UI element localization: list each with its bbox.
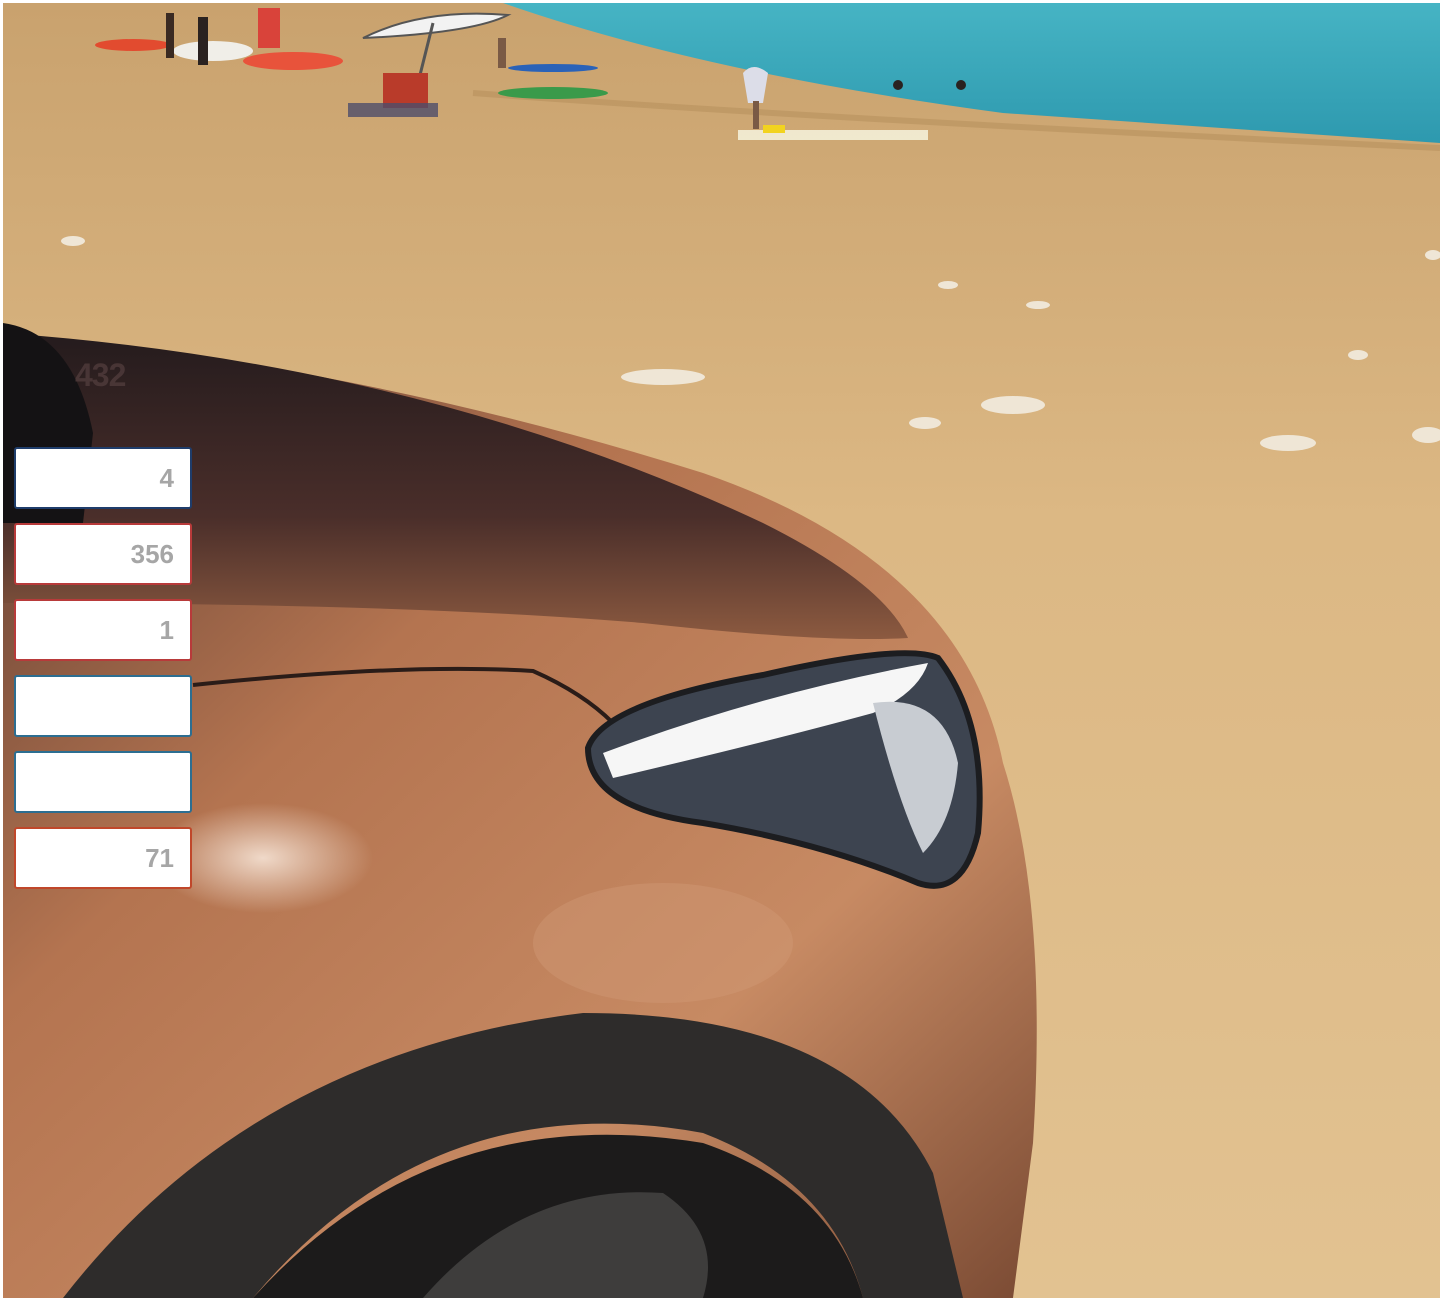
field-value: 71 [145,842,174,873]
number-field-6[interactable]: 71 [14,827,192,889]
overlay-number-label: 432 [75,357,126,393]
number-field-1[interactable]: 4 [14,447,192,509]
photo-canvas: 432 4 356 1 71 [0,0,1450,1298]
number-field-5[interactable] [14,751,192,813]
beach-car-photo [3,3,1440,1298]
field-value: 356 [130,538,174,569]
field-value: 4 [159,462,174,493]
number-field-3[interactable]: 1 [14,599,192,661]
number-field-2[interactable]: 356 [14,523,192,585]
number-field-4[interactable] [14,675,192,737]
field-value: 1 [159,614,174,645]
